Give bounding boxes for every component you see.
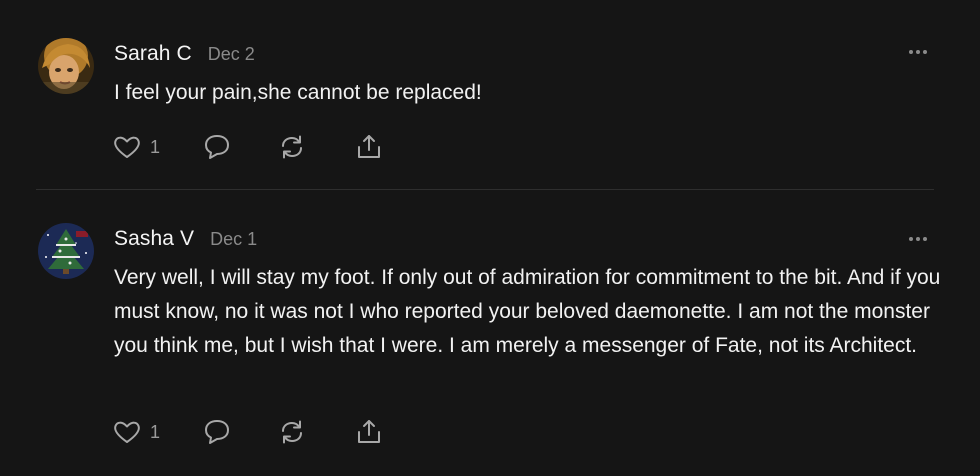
comment-text: Very well, I will stay my foot. If only …	[114, 266, 941, 357]
restack-arrows-icon	[282, 420, 302, 444]
comment-actions: 1	[112, 132, 412, 162]
reply-button[interactable]	[202, 132, 232, 162]
share-button[interactable]	[354, 132, 384, 162]
like-count: 1	[150, 136, 161, 157]
like-button[interactable]: 1	[112, 417, 160, 447]
share-button[interactable]	[354, 417, 384, 447]
comment-date[interactable]: Dec 1	[210, 229, 257, 250]
more-options-button[interactable]	[906, 47, 932, 57]
avatar[interactable]	[38, 223, 94, 279]
like-count: 1	[150, 421, 161, 442]
share-icon	[358, 420, 380, 443]
avatar[interactable]	[38, 38, 94, 94]
restack-button[interactable]	[277, 132, 307, 162]
author-name[interactable]: Sarah C	[114, 42, 192, 66]
comment-header: Sasha V Dec 1	[114, 227, 257, 251]
speech-bubble-icon	[205, 420, 229, 444]
restack-arrows-icon	[282, 135, 302, 159]
restack-button[interactable]	[277, 417, 307, 447]
like-button[interactable]: 1	[112, 132, 160, 162]
more-dots-icon	[909, 237, 927, 241]
comment-date[interactable]: Dec 2	[208, 44, 255, 65]
speech-bubble-icon	[205, 135, 229, 159]
comment-text: I feel your pain,she cannot be replaced!	[114, 81, 482, 104]
more-options-button[interactable]	[906, 234, 932, 244]
author-name[interactable]: Sasha V	[114, 227, 194, 251]
comment-actions: 1	[112, 417, 412, 447]
comment-divider	[36, 189, 934, 190]
share-icon	[358, 135, 380, 158]
heart-icon	[114, 421, 140, 443]
reply-button[interactable]	[202, 417, 232, 447]
more-dots-icon	[909, 50, 927, 54]
comment-header: Sarah C Dec 2	[114, 42, 255, 66]
heart-icon	[114, 136, 140, 158]
